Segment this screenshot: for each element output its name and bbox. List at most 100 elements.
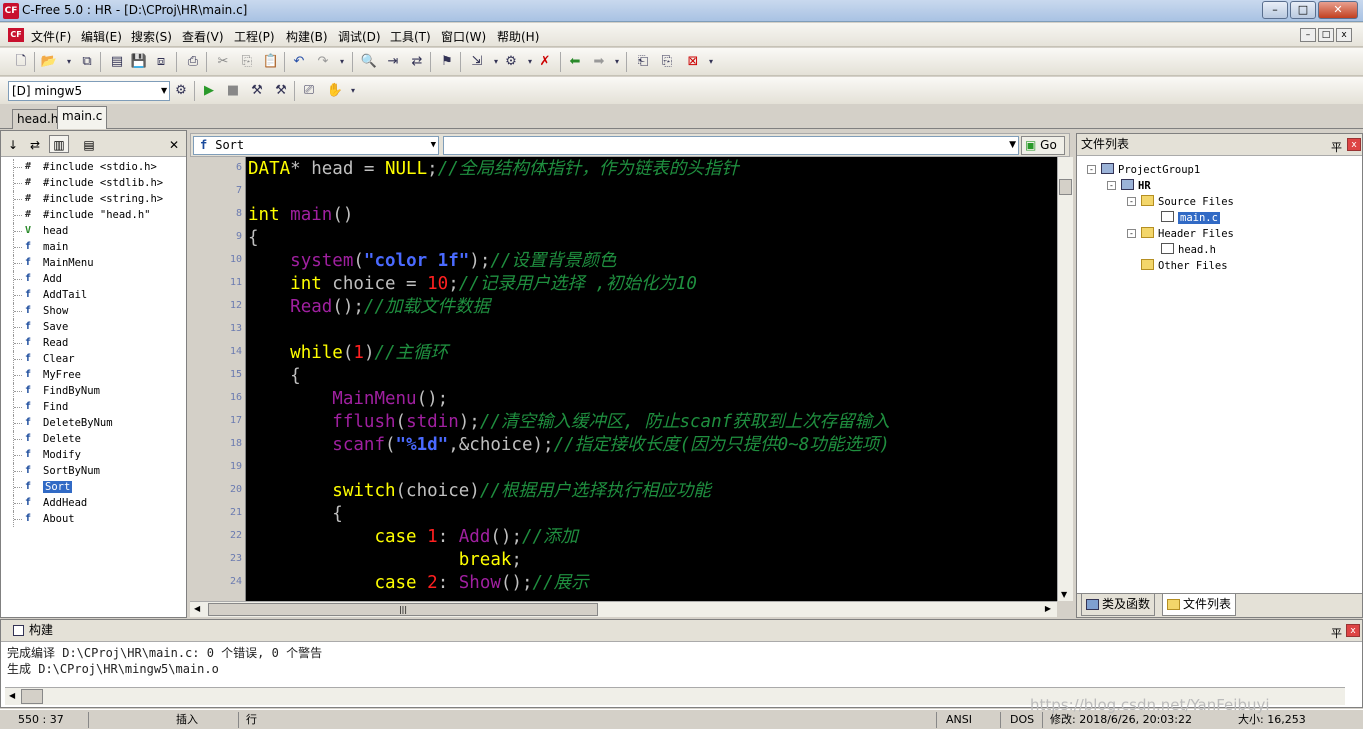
- save-icon[interactable]: 💾: [130, 53, 148, 71]
- function-selector[interactable]: f Sort ▼: [193, 136, 439, 155]
- symbol-item[interactable]: Vhead: [9, 223, 187, 239]
- mdi-close-icon[interactable]: x: [1336, 28, 1352, 42]
- code-editor[interactable]: DATA* head = NULL;//全局结构体指针，作为链表的头指针 int …: [246, 157, 1057, 601]
- tree-node-proj[interactable]: ProjectGroup1: [1101, 163, 1200, 177]
- open-project-icon[interactable]: ⧉: [78, 53, 96, 71]
- chevron-down-icon[interactable]: ▾: [344, 82, 362, 100]
- scroll-down-icon[interactable]: ▼: [1061, 590, 1067, 599]
- scroll-left-icon[interactable]: ◀: [9, 691, 15, 700]
- undo-icon[interactable]: ↶: [290, 53, 308, 71]
- scrollbar-thumb[interactable]: [21, 689, 43, 704]
- menu-help[interactable]: 帮助(H): [497, 28, 539, 45]
- tab-main-c[interactable]: main.c: [57, 106, 108, 129]
- indent-icon[interactable]: ⇲: [468, 53, 486, 71]
- forward-arrow-icon[interactable]: ➡: [590, 53, 608, 71]
- build-icon[interactable]: ⚒: [272, 82, 290, 100]
- symbol-item[interactable]: # #include "head.h": [9, 207, 187, 223]
- redo-icon[interactable]: ↷: [314, 53, 332, 71]
- symbol-item[interactable]: # #include <string.h>: [9, 191, 187, 207]
- pin-icon[interactable]: 平: [1331, 623, 1342, 644]
- close-file-icon[interactable]: ▤: [108, 53, 126, 71]
- chevron-down-icon[interactable]: ▾: [333, 53, 351, 71]
- app-icon[interactable]: CF: [3, 3, 19, 19]
- compile-icon[interactable]: ⚒: [248, 82, 266, 100]
- stop-icon[interactable]: ■: [224, 82, 242, 100]
- clear-bookmarks-icon[interactable]: ⊠: [684, 53, 702, 71]
- symbol-item[interactable]: f FindByNum: [9, 383, 187, 399]
- scroll-right-icon[interactable]: ▶: [1045, 604, 1051, 613]
- close-button[interactable]: ✕: [1318, 1, 1358, 19]
- mdi-restore-icon[interactable]: □: [1318, 28, 1334, 42]
- close-icon[interactable]: x: [1346, 624, 1360, 637]
- symbol-item[interactable]: f Save: [9, 319, 187, 335]
- copy-icon[interactable]: ⎘: [238, 53, 256, 71]
- symbol-item[interactable]: # #include <stdlib.h>: [9, 175, 187, 191]
- tree-expander[interactable]: -: [1087, 165, 1096, 174]
- find-icon[interactable]: 🔍: [360, 53, 378, 71]
- symbol-item[interactable]: f Add: [9, 271, 187, 287]
- paste-icon[interactable]: 📋: [262, 53, 280, 71]
- list-view-icon[interactable]: ▥: [49, 135, 69, 153]
- symbol-item[interactable]: f Modify: [9, 447, 187, 463]
- symbol-item[interactable]: f Sort: [9, 479, 187, 495]
- maximize-button[interactable]: □: [1290, 1, 1316, 19]
- open-folder-icon[interactable]: 📂: [40, 53, 58, 71]
- scope-selector[interactable]: ▼: [443, 136, 1019, 155]
- replace-icon[interactable]: ⇄: [408, 53, 426, 71]
- save-all-icon[interactable]: ⧈: [152, 53, 170, 71]
- symbol-item[interactable]: f MainMenu: [9, 255, 187, 271]
- symbol-item[interactable]: f About: [9, 511, 187, 527]
- tree-node-folder[interactable]: Other Files: [1141, 259, 1228, 273]
- tree-expander[interactable]: -: [1127, 197, 1136, 206]
- tab-head-h[interactable]: head.h: [12, 109, 64, 129]
- minimize-button[interactable]: –: [1262, 1, 1288, 19]
- menu-search[interactable]: 搜索(S): [131, 28, 172, 45]
- scrollbar-thumb[interactable]: [1059, 179, 1072, 195]
- chevron-down-icon[interactable]: ▾: [608, 53, 626, 71]
- scrollbar-thumb[interactable]: |||: [208, 603, 598, 616]
- tab-class-functions[interactable]: 类及函数: [1081, 594, 1156, 616]
- sort-icon[interactable]: ↓: [3, 135, 23, 153]
- menu-project[interactable]: 工程(P): [234, 28, 275, 45]
- back-arrow-icon[interactable]: ⬅: [566, 53, 584, 71]
- cut-icon[interactable]: ✂: [214, 53, 232, 71]
- editor-horizontal-scrollbar[interactable]: ◀ ||| ▶: [190, 601, 1057, 617]
- symbol-item[interactable]: f Find: [9, 399, 187, 415]
- next-bookmark-icon[interactable]: ⎘: [658, 53, 676, 71]
- editor-vertical-scrollbar[interactable]: ▼: [1057, 157, 1073, 601]
- symbol-item[interactable]: # #include <stdio.h>: [9, 159, 187, 175]
- comment-icon[interactable]: ✗: [536, 53, 554, 71]
- symbol-item[interactable]: f MyFree: [9, 367, 187, 383]
- tree-node-proj[interactable]: HR: [1121, 179, 1151, 193]
- symbol-item[interactable]: f Read: [9, 335, 187, 351]
- symbol-item[interactable]: f main: [9, 239, 187, 255]
- menu-tools[interactable]: 工具(T): [390, 28, 431, 45]
- chevron-down-icon[interactable]: ▾: [702, 53, 720, 71]
- menu-view[interactable]: 查看(V): [182, 28, 224, 45]
- mdi-minimize-icon[interactable]: –: [1300, 28, 1316, 42]
- tree-expander[interactable]: -: [1127, 229, 1136, 238]
- pin-icon[interactable]: 平: [1331, 137, 1342, 158]
- tree-node-folder[interactable]: Source Files: [1141, 195, 1234, 209]
- menu-file[interactable]: 文件(F): [31, 28, 71, 45]
- symbol-item[interactable]: f Delete: [9, 431, 187, 447]
- document-icon[interactable]: CF: [8, 28, 24, 42]
- go-button[interactable]: ▣ Go: [1021, 136, 1065, 155]
- compiler-settings-icon[interactable]: ⚙: [172, 82, 190, 100]
- chevron-down-icon[interactable]: ▾: [60, 53, 78, 71]
- format-icon[interactable]: ⚙: [502, 53, 520, 71]
- tree-node-file[interactable]: head.h: [1161, 243, 1216, 257]
- tree-expander[interactable]: -: [1107, 181, 1116, 190]
- hand-icon[interactable]: ✋: [326, 82, 344, 100]
- symbol-item[interactable]: f DeleteByNum: [9, 415, 187, 431]
- find-next-icon[interactable]: ⇥: [384, 53, 402, 71]
- debug-icon[interactable]: ⎚: [300, 82, 318, 100]
- run-icon[interactable]: ▶: [200, 82, 218, 100]
- properties-icon[interactable]: ▤: [79, 135, 99, 153]
- new-file-icon[interactable]: 🗋: [12, 53, 30, 71]
- filter-icon[interactable]: ⇄: [25, 135, 45, 153]
- close-icon[interactable]: x: [1347, 138, 1361, 151]
- symbol-item[interactable]: f Clear: [9, 351, 187, 367]
- print-icon[interactable]: ⎙: [184, 53, 202, 71]
- menu-edit[interactable]: 编辑(E): [81, 28, 122, 45]
